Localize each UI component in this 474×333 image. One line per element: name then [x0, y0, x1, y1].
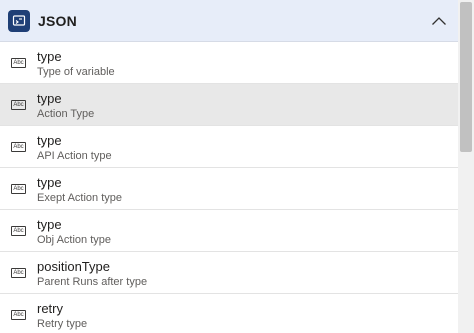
vertical-scrollbar[interactable]	[458, 0, 474, 333]
abc-text-icon: Abc	[11, 268, 26, 278]
list-item[interactable]: Abc type API Action type	[0, 126, 458, 168]
scrollbar-thumb[interactable]	[460, 2, 472, 152]
list-item-selected[interactable]: Abc type Action Type	[0, 84, 458, 126]
collapse-button[interactable]	[430, 12, 448, 30]
list-item[interactable]: Abc type Exept Action type	[0, 168, 458, 210]
item-description: API Action type	[37, 150, 112, 162]
item-description: Type of variable	[37, 66, 115, 78]
dynamic-content-panel: JSON Abc type Type of variable Abc type …	[0, 0, 474, 333]
item-title: type	[37, 49, 62, 64]
list-item[interactable]: Abc retry Retry type	[0, 294, 458, 333]
list-item[interactable]: Abc type Obj Action type	[0, 210, 458, 252]
abc-text-icon: Abc	[11, 184, 26, 194]
item-title: type	[37, 217, 62, 232]
json-action-icon	[8, 9, 30, 32]
abc-text-icon: Abc	[11, 310, 26, 320]
item-description: Obj Action type	[37, 234, 111, 246]
item-title: type	[37, 133, 62, 148]
item-title: retry	[37, 301, 63, 316]
section-header[interactable]: JSON	[0, 0, 458, 42]
dynamic-content-list: Abc type Type of variable Abc type Actio…	[0, 42, 458, 333]
chevron-up-icon	[432, 17, 446, 25]
item-description: Parent Runs after type	[37, 276, 148, 288]
item-description: Exept Action type	[37, 192, 122, 204]
item-description: Action Type	[37, 108, 95, 120]
abc-text-icon: Abc	[11, 100, 26, 110]
abc-text-icon: Abc	[11, 226, 26, 236]
item-title: positionType	[37, 259, 110, 274]
abc-text-icon: Abc	[11, 58, 26, 68]
abc-text-icon: Abc	[11, 142, 26, 152]
section-title: JSON	[38, 12, 77, 29]
item-title: type	[37, 91, 62, 106]
item-title: type	[37, 175, 62, 190]
list-item[interactable]: Abc type Type of variable	[0, 42, 458, 84]
list-item[interactable]: Abc positionType Parent Runs after type	[0, 252, 458, 294]
item-description: Retry type	[37, 318, 88, 330]
